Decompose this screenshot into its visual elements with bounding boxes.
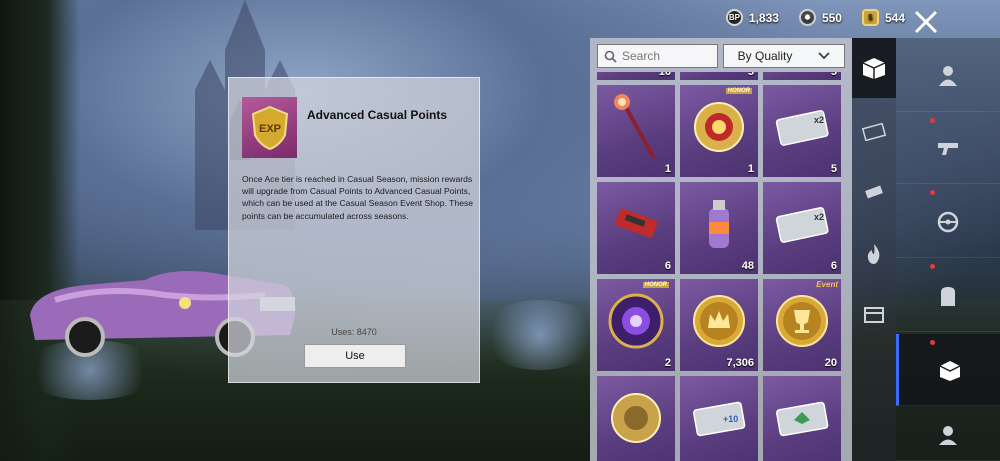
category-ammo[interactable] [852, 170, 896, 214]
item-quantity: 48 [741, 260, 754, 272]
inventory-item[interactable] [597, 376, 675, 461]
subcategory-vehicle[interactable] [896, 186, 1000, 258]
subcategory-backpack[interactable] [896, 260, 1000, 332]
flame-icon [867, 244, 880, 264]
category-box[interactable] [852, 293, 896, 337]
search-input[interactable]: Search [597, 44, 718, 68]
inventory-grid: 16 5 5 1 HONOR 1 x2 5 6 48 x2 6 HONOR 2 … [590, 72, 852, 461]
sort-dropdown[interactable]: By Quality [723, 44, 845, 68]
soldier-icon [939, 426, 957, 445]
inventory-item[interactable]: HONOR 2 [597, 279, 675, 371]
inventory-item[interactable]: x2 6 [763, 182, 841, 274]
sale-tag-icon [862, 123, 886, 141]
notification-dot [930, 340, 935, 345]
box-icon [864, 307, 884, 323]
inventory-item[interactable]: +10 [680, 376, 758, 461]
gold-emblem-icon [611, 393, 661, 444]
subcategory-character[interactable] [896, 38, 1000, 112]
inventory-item[interactable]: 6 [597, 182, 675, 274]
character-icon [939, 65, 957, 86]
backpack-icon [941, 286, 955, 306]
category-fire[interactable] [852, 232, 896, 276]
search-icon [604, 50, 617, 63]
event-tag: Event [816, 280, 838, 289]
svg-text:+10: +10 [723, 414, 738, 424]
inventory-item[interactable]: 1 [597, 85, 675, 177]
box-white-icon [939, 360, 960, 381]
item-quantity: 6 [830, 260, 837, 272]
currency-bar: BP 1,833 ✹ 550 $ 544 [725, 9, 905, 26]
popup-description: Once Ace tier is reached in Casual Seaso… [242, 174, 474, 221]
subcategory-gun[interactable] [896, 112, 1000, 184]
use-button[interactable]: Use [304, 344, 406, 368]
inventory-item[interactable]: 16 [597, 72, 675, 80]
item-quantity: 7,306 [726, 357, 754, 369]
purple-emblem-icon [608, 293, 664, 349]
exp-badge-icon: EXP [242, 97, 297, 158]
scepter-icon [614, 94, 656, 160]
inventory-item[interactable]: HONOR 1 [680, 85, 758, 177]
category-crate[interactable] [852, 38, 896, 98]
ammo-icon [865, 185, 883, 199]
item-quantity: 5 [830, 163, 837, 175]
gun-icon [938, 142, 958, 155]
svg-text:EXP: EXP [258, 123, 280, 135]
gold-trophy-coin-icon [776, 295, 828, 348]
inventory-item[interactable]: 5 [680, 72, 758, 80]
green-ticket-icon [776, 402, 829, 437]
category-sale[interactable] [852, 110, 896, 154]
close-icon [914, 10, 938, 34]
currency-bp: BP 1,833 [725, 9, 779, 26]
uc-coin-icon: $ [861, 9, 879, 26]
popup-uses: Uses: 8470 [331, 327, 377, 337]
ag-coin-icon: ✹ [798, 9, 816, 26]
inventory-item[interactable]: Event 20 [763, 279, 841, 371]
inventory-item[interactable]: x2 5 [763, 85, 841, 177]
subcategory-soldier[interactable] [896, 408, 1000, 461]
item-quantity: 6 [664, 260, 671, 272]
item-quantity: 2 [664, 357, 671, 369]
bp-coin-icon: BP [725, 9, 743, 26]
inventory-item[interactable]: 7,306 [680, 279, 758, 371]
bp-amount: 1,833 [748, 10, 779, 25]
subcategory-supplies[interactable] [896, 334, 1000, 406]
crate-icon [862, 58, 886, 79]
honor-tag: HONOR [642, 282, 669, 288]
inventory-panel: Search By Quality 16 5 5 1 HONOR 1 x2 5 … [590, 38, 852, 461]
steering-wheel-icon [937, 211, 959, 232]
search-placeholder: Search [622, 49, 661, 63]
item-quantity: 5 [747, 72, 754, 78]
sort-label: By Quality [737, 49, 793, 63]
honor-tag: HONOR [725, 88, 752, 94]
spray-can-icon [709, 200, 729, 249]
item-info-popup: EXP Advanced Casual Points Once Ace tier… [228, 77, 480, 383]
inventory-item[interactable] [763, 376, 841, 461]
chevron-down-icon [818, 52, 830, 60]
svg-text:x2: x2 [814, 212, 824, 222]
gold-crown-coin-icon [693, 295, 745, 348]
ag-amount: 550 [821, 10, 842, 25]
inventory-item[interactable]: 5 [763, 72, 841, 80]
blue-flowers [480, 300, 600, 370]
item-quantity: 16 [658, 72, 671, 78]
popup-title: Advanced Casual Points [307, 108, 448, 122]
item-quantity: 1 [664, 163, 671, 175]
item-quantity: 1 [747, 163, 754, 175]
svg-text:x2: x2 [814, 115, 824, 125]
double-ticket-icon: x2 [775, 110, 829, 147]
close-button[interactable] [912, 8, 940, 36]
item-quantity: 20 [824, 357, 837, 369]
item-quantity: 5 [830, 72, 837, 78]
uc-amount: 544 [884, 10, 905, 25]
honor-emblem-icon [694, 102, 744, 153]
red-device-icon [615, 208, 658, 238]
plus-ticket-icon: +10 [693, 402, 746, 437]
double-ticket-icon: x2 [775, 207, 829, 244]
currency-uc: $ 544 [861, 9, 905, 26]
inventory-item[interactable]: 48 [680, 182, 758, 274]
currency-ag: ✹ 550 [798, 9, 842, 26]
